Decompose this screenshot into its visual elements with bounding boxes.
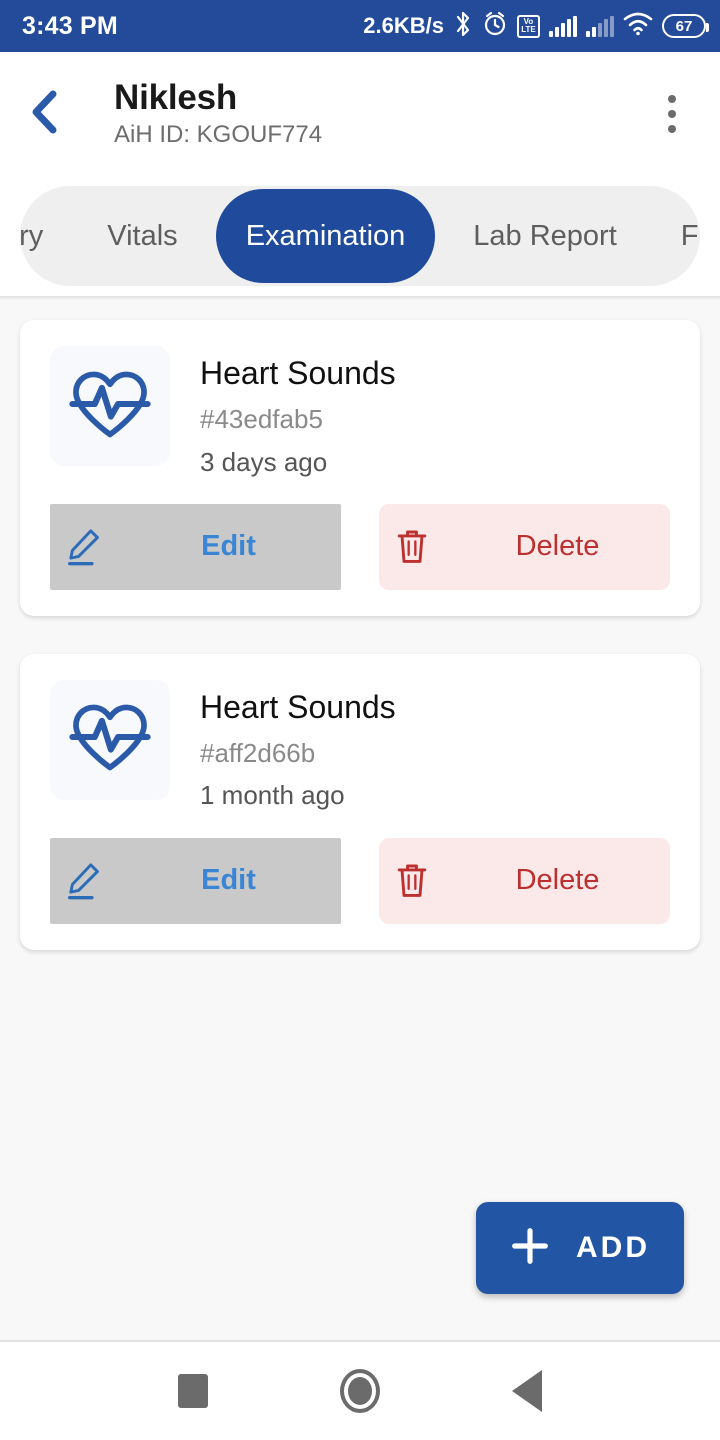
record-timestamp: 3 days ago <box>200 446 328 477</box>
tab-examination[interactable]: Examination <box>215 189 436 283</box>
square-icon <box>178 1374 209 1408</box>
status-icons: 2.6KB/s Vo LTE 67 <box>363 11 709 42</box>
record-timestamp: 1 month ago <box>200 780 345 811</box>
back-button[interactable] <box>26 89 82 140</box>
record-header: Heart Sounds #aff2d66b 1 month ago <box>50 679 670 812</box>
chevron-left-icon <box>26 89 62 140</box>
record-card[interactable]: Heart Sounds #43edfab5 3 days ago Edit D… <box>20 320 700 616</box>
system-nav-bar <box>0 1342 720 1440</box>
edit-button[interactable]: Edit <box>50 503 341 590</box>
patient-id-label: AiH ID: KGOUF774 <box>114 121 323 148</box>
phone-screen: 3:43 PM 2.6KB/s Vo LTE 67 Niklesh AiH ID… <box>0 0 720 1440</box>
pencil-icon <box>50 861 116 901</box>
record-thumbnail <box>50 346 170 466</box>
home-button[interactable] <box>320 1351 400 1431</box>
record-thumbnail <box>50 679 170 800</box>
trash-icon <box>379 861 445 901</box>
records-list: Heart Sounds #43edfab5 3 days ago Edit D… <box>0 300 720 1340</box>
app-bar: Niklesh AiH ID: KGOUF774 <box>0 52 720 176</box>
alarm-icon <box>482 11 508 42</box>
record-card[interactable]: Heart Sounds #aff2d66b 1 month ago Edit <box>20 653 700 950</box>
signal-icon <box>549 15 577 37</box>
record-title: Heart Sounds <box>200 688 396 725</box>
status-clock: 3:43 PM <box>22 11 118 40</box>
record-header: Heart Sounds #43edfab5 3 days ago <box>50 346 670 478</box>
battery-icon: 67 <box>662 14 709 38</box>
record-code: #aff2d66b <box>200 738 316 769</box>
more-vertical-icon[interactable] <box>650 95 698 133</box>
circle-icon <box>339 1369 380 1413</box>
tab-track[interactable]: istory Vitals Examination Lab Report Fir <box>20 186 700 286</box>
wifi-icon <box>623 12 653 41</box>
delete-button-label: Delete <box>515 530 600 563</box>
recents-button[interactable] <box>153 1351 233 1431</box>
record-code: #43edfab5 <box>200 404 323 435</box>
volte-icon: Vo LTE <box>517 14 540 38</box>
tab-bar: istory Vitals Examination Lab Report Fir <box>0 176 720 296</box>
delete-button-label: Delete <box>515 864 600 897</box>
record-actions: Edit Delete <box>50 503 670 590</box>
tab-vitals[interactable]: Vitals <box>75 186 209 286</box>
nav-back-button[interactable] <box>487 1351 567 1431</box>
triangle-back-icon <box>511 1370 542 1412</box>
pencil-icon <box>50 527 116 567</box>
record-actions: Edit Delete <box>50 837 670 924</box>
edit-button[interactable]: Edit <box>50 837 341 924</box>
tab-history[interactable]: istory <box>20 186 75 286</box>
heart-pulse-icon <box>67 694 153 785</box>
record-title: Heart Sounds <box>200 355 396 391</box>
bluetooth-icon <box>453 11 473 42</box>
signal-secondary-icon <box>586 15 614 37</box>
edit-button-label: Edit <box>201 530 256 563</box>
title-block: Niklesh AiH ID: KGOUF774 <box>82 78 650 150</box>
volte-bottom-text: LTE <box>521 25 536 34</box>
record-meta: Heart Sounds #43edfab5 3 days ago <box>200 346 670 478</box>
battery-percent-label: 67 <box>675 17 693 35</box>
status-bar: 3:43 PM 2.6KB/s Vo LTE 67 <box>0 0 720 52</box>
heart-pulse-icon <box>67 361 153 452</box>
page-title: Niklesh <box>114 77 238 117</box>
record-meta: Heart Sounds #aff2d66b 1 month ago <box>200 680 670 812</box>
add-button[interactable]: ADD <box>476 1202 684 1294</box>
network-speed-label: 2.6KB/s <box>363 13 444 38</box>
edit-button-label: Edit <box>201 864 256 897</box>
plus-icon <box>510 1226 550 1271</box>
trash-icon <box>379 527 445 567</box>
tab-lab-report[interactable]: Lab Report <box>441 186 649 286</box>
add-button-label: ADD <box>576 1231 650 1264</box>
delete-button[interactable]: Delete <box>379 503 670 590</box>
tab-findings[interactable]: Fir <box>649 186 700 286</box>
tab-scroll-container[interactable]: istory Vitals Examination Lab Report Fir <box>20 186 700 286</box>
delete-button[interactable]: Delete <box>379 837 670 924</box>
